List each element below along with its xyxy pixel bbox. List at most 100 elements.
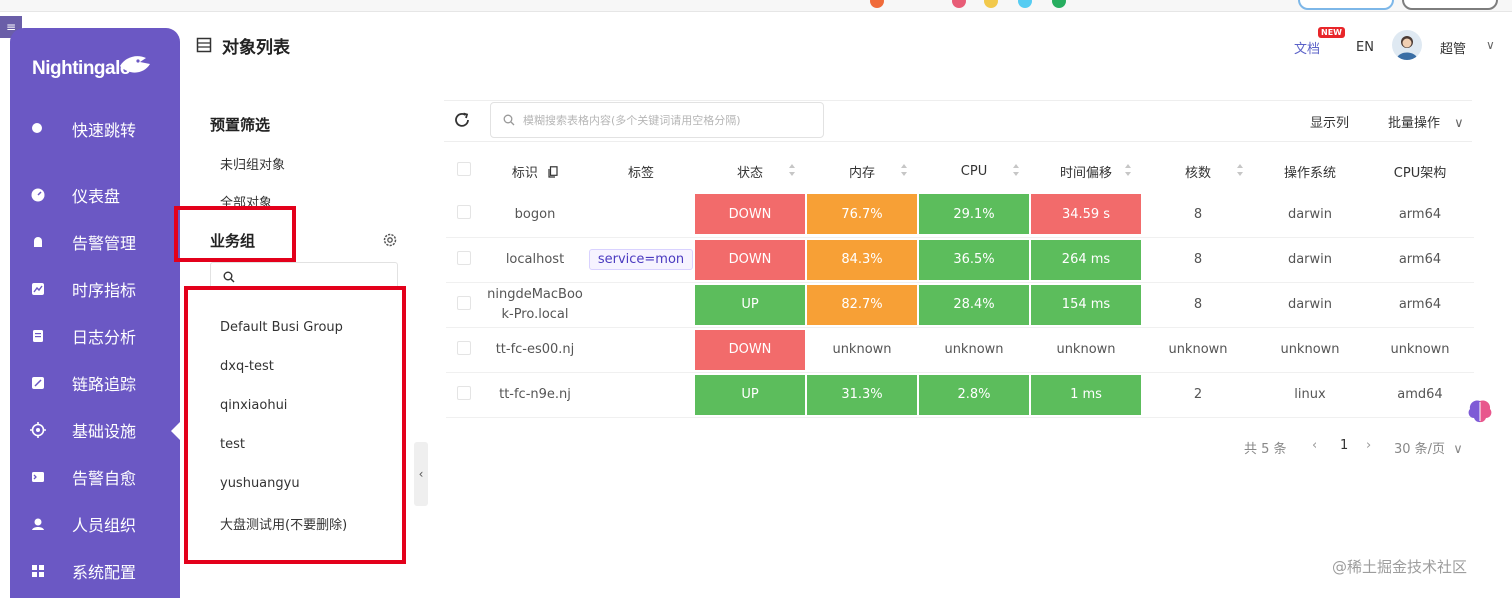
terminal-icon [30, 469, 46, 485]
browser-update-pill[interactable] [1402, 0, 1498, 10]
sidebar-item-tracing[interactable]: 链路追踪 [10, 364, 180, 402]
cell-cpu: 2.8% [919, 374, 1029, 415]
table-row[interactable]: localhost service=mon DOWN 84.3% 36.5% 2… [446, 237, 1474, 283]
table-search-field[interactable] [490, 102, 824, 138]
cell-ident[interactable]: bogon [482, 192, 588, 238]
row-checkbox[interactable] [446, 327, 482, 373]
table-row[interactable]: ningdeMacBook-Pro.local UP 82.7% 28.4% 1… [446, 282, 1474, 328]
status-badge: DOWN [695, 329, 805, 370]
column-header-cores[interactable]: 核数 [1142, 150, 1254, 192]
trace-icon [30, 375, 46, 391]
preset-item-ungrouped[interactable]: 未归组对象 [220, 154, 285, 173]
chevron-down-icon: ∨ [1453, 442, 1463, 457]
sort-icon[interactable] [1124, 163, 1132, 177]
table-search-input[interactable] [523, 113, 813, 127]
status-badge: DOWN [695, 194, 805, 235]
pagination-current-page[interactable]: 1 [1340, 438, 1348, 453]
column-header-status[interactable]: 状态 [694, 150, 806, 192]
assistant-brain-icon[interactable] [1464, 396, 1496, 428]
sort-icon[interactable] [1012, 163, 1020, 177]
chevron-down-icon: ∨ [1454, 116, 1464, 131]
docs-link[interactable]: 文档 [1294, 38, 1320, 57]
cell-os: linux [1254, 372, 1366, 418]
table-header-row: 标识 标签 状态 内存 CPU 时间偏移 核数 操作系统 CPU架构 [446, 150, 1474, 192]
cell-cores: unknown [1142, 327, 1254, 373]
cell-tags [588, 282, 694, 328]
sidebar-item-settings[interactable]: 系统配置 [10, 552, 180, 590]
browser-extension-icon[interactable] [1018, 0, 1032, 8]
cell-ident[interactable]: tt-fc-es00.nj [482, 327, 588, 373]
status-badge: UP [695, 284, 805, 325]
page-size-select[interactable]: 30 条/页 ∨ [1394, 438, 1463, 457]
table-row[interactable]: tt-fc-n9e.nj UP 31.3% 2.8% 1 ms 2 linux … [446, 372, 1474, 418]
sidebar-item-metrics[interactable]: 时序指标 [10, 270, 180, 308]
browser-extension-icon[interactable] [984, 0, 998, 8]
cell-memory: unknown [806, 327, 918, 373]
collapse-panel-handle[interactable]: ‹ [414, 442, 428, 506]
sidebar-item-label: 快速跳转 [72, 121, 137, 140]
cell-offset: 34.59 s [1031, 194, 1141, 235]
sidebar-item-label: 人员组织 [72, 516, 137, 535]
sidebar-item-self-healing[interactable]: 告警自愈 [10, 458, 180, 496]
grid-icon [30, 563, 46, 579]
browser-extension-icon[interactable] [1052, 0, 1066, 8]
target-icon [30, 422, 46, 438]
column-header-cpu[interactable]: CPU [918, 150, 1030, 192]
cell-os: unknown [1254, 327, 1366, 373]
cell-arch: amd64 [1366, 372, 1474, 418]
sidebar-item-infrastructure[interactable]: 基础设施 [10, 411, 181, 449]
cell-tags [588, 192, 694, 238]
columns-button[interactable]: 显示列 [1310, 112, 1349, 131]
cell-ident[interactable]: ningdeMacBook-Pro.local [482, 282, 588, 328]
cell-ident[interactable]: tt-fc-n9e.nj [482, 372, 588, 418]
next-page-icon[interactable]: › [1366, 438, 1371, 453]
sort-icon[interactable] [900, 163, 908, 177]
row-checkbox[interactable] [446, 237, 482, 283]
table-row[interactable]: bogon DOWN 76.7% 29.1% 34.59 s 8 darwin … [446, 192, 1474, 238]
table-row[interactable]: tt-fc-es00.nj DOWN unknown unknown unkno… [446, 327, 1474, 373]
copy-icon[interactable] [548, 165, 558, 178]
avatar[interactable] [1392, 30, 1422, 60]
sidebar-item-quick-jump[interactable]: 快速跳转 [10, 110, 180, 148]
column-header-memory[interactable]: 内存 [806, 150, 918, 192]
sidebar-item-label: 链路追踪 [72, 375, 137, 394]
column-header-ident[interactable]: 标识 [482, 150, 588, 192]
objects-table: 标识 标签 状态 内存 CPU 时间偏移 核数 操作系统 CPU架构 bogon… [446, 150, 1474, 418]
browser-extension-icon[interactable] [952, 0, 966, 8]
gear-icon[interactable] [382, 232, 398, 248]
search-icon [503, 114, 515, 126]
sort-icon[interactable] [1236, 163, 1244, 177]
select-all-checkbox[interactable] [446, 150, 482, 192]
batch-actions-dropdown[interactable]: 批量操作 ∨ [1388, 112, 1464, 131]
language-switch[interactable]: EN [1356, 40, 1374, 55]
sidebar-item-label: 基础设施 [72, 422, 137, 441]
cell-cores: 8 [1142, 237, 1254, 283]
row-checkbox[interactable] [446, 372, 482, 418]
browser-extension-icon[interactable] [870, 0, 884, 8]
sort-icon[interactable] [788, 163, 796, 177]
sidebar-item-alarm[interactable]: 告警管理 [10, 223, 180, 261]
sidebar: Nightingale 快速跳转 仪表盘 告警管理 时序指标 日志分析 链路追踪… [10, 28, 181, 598]
cell-ident[interactable]: localhost [482, 237, 588, 283]
sidebar-item-label: 仪表盘 [72, 187, 121, 206]
sidebar-item-logs[interactable]: 日志分析 [10, 317, 180, 355]
refresh-icon[interactable] [452, 110, 472, 130]
sidebar-item-organization[interactable]: 人员组织 [10, 505, 180, 543]
pagination-total: 共 5 条 [1244, 442, 1287, 457]
chevron-down-icon[interactable]: ∨ [1486, 38, 1495, 52]
browser-toolbar [0, 0, 1512, 12]
chart-icon [30, 281, 46, 297]
cell-arch: unknown [1366, 327, 1474, 373]
column-header-offset[interactable]: 时间偏移 [1030, 150, 1142, 192]
sidebar-item-dashboard[interactable]: 仪表盘 [10, 176, 180, 214]
dashboard-icon [30, 187, 46, 203]
prev-page-icon[interactable]: ‹ [1312, 438, 1317, 453]
row-checkbox[interactable] [446, 192, 482, 238]
row-checkbox[interactable] [446, 282, 482, 328]
cell-arch: arm64 [1366, 237, 1474, 283]
tag-chip[interactable]: service=mon [588, 249, 694, 270]
cell-os: darwin [1254, 192, 1366, 238]
user-name[interactable]: 超管 [1440, 38, 1466, 57]
browser-profile-pill[interactable] [1298, 0, 1394, 10]
page-header: 对象列表 [196, 30, 290, 60]
